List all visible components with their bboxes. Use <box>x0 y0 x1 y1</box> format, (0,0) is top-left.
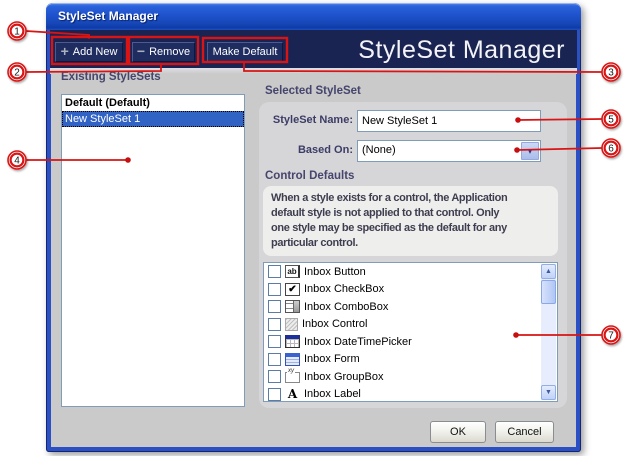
callout-badge-1: 1 <box>8 22 26 40</box>
callout-badge-5: 5 <box>602 110 620 128</box>
control-rows: ab Inbox Button ✔ Inbox CheckBox Inbox Combo… <box>264 263 557 402</box>
based-on-value: (None) <box>362 144 396 156</box>
control-row[interactable]: ab Inbox Button <box>264 263 557 281</box>
minus-icon: − <box>137 45 145 57</box>
control-label: Inbox Form <box>304 353 360 365</box>
control-label: Inbox GroupBox <box>304 371 384 383</box>
combobox-dropdown-button[interactable]: ▾ <box>521 142 539 160</box>
button-icon: ab <box>285 265 300 278</box>
control-row[interactable]: A Inbox Label <box>264 386 557 403</box>
inbox-form-checkbox[interactable] <box>268 353 281 366</box>
combobox-icon <box>285 300 300 313</box>
chevron-down-icon: ▾ <box>528 146 533 156</box>
callout-number: 4 <box>14 156 20 167</box>
callout-badge-2: 2 <box>8 63 26 81</box>
plus-icon: + <box>61 45 69 57</box>
scrollbar-thumb[interactable] <box>541 280 556 304</box>
control-label: Inbox DateTimePicker <box>304 336 412 348</box>
toolbar-button-label: Make Default <box>213 46 278 58</box>
remove-button[interactable]: −Remove <box>132 42 195 62</box>
control-label: Inbox Button <box>304 266 366 278</box>
callout-number: 2 <box>14 68 20 79</box>
label-icon: A <box>285 388 300 401</box>
styleset-list-item[interactable]: New StyleSet 1 <box>62 111 244 127</box>
arrow-down-icon: ▼ <box>545 389 552 396</box>
callout-number: 6 <box>608 144 614 155</box>
styleset-list-item[interactable]: Default (Default) <box>62 95 244 111</box>
control-defaults-listbox[interactable]: ab Inbox Button ✔ Inbox CheckBox Inbox Combo… <box>263 262 558 402</box>
styleset-name-label: StyleSet Name: <box>261 114 353 126</box>
toolbar-button-label: Remove <box>149 46 190 58</box>
based-on-combobox[interactable]: (None) ▾ <box>357 140 541 162</box>
checkbox-icon: ✔ <box>285 283 300 296</box>
control-row[interactable]: Inbox ComboBox <box>264 298 557 316</box>
control-defaults-heading: Control Defaults <box>265 170 354 182</box>
groupbox-icon <box>285 372 300 383</box>
selected-styleset-heading: Selected StyleSet <box>265 85 361 97</box>
control-defaults-description: When a style exists for a control, the A… <box>263 186 558 256</box>
form-icon <box>285 353 300 366</box>
titlebar[interactable]: StyleSet Manager <box>46 3 581 30</box>
inbox-checkbox-checkbox[interactable] <box>268 283 281 296</box>
inbox-datetimepicker-checkbox[interactable] <box>268 335 281 348</box>
inbox-label-checkbox[interactable] <box>268 388 281 401</box>
callout-badge-3: 3 <box>602 63 620 81</box>
callout-badge-6: 6 <box>602 139 620 157</box>
control-label: Inbox ComboBox <box>304 301 388 313</box>
callout-number: 3 <box>608 68 614 79</box>
inbox-groupbox-checkbox[interactable] <box>268 370 281 383</box>
cancel-button[interactable]: Cancel <box>495 421 554 443</box>
control-label: Inbox Label <box>304 388 361 400</box>
existing-stylesets-listbox[interactable]: Default (Default)New StyleSet 1 <box>61 94 245 407</box>
inbox-button-checkbox[interactable] <box>268 265 281 278</box>
header-large-title: StyleSet Manager <box>358 36 565 64</box>
control-label: Inbox CheckBox <box>304 283 384 295</box>
callout-number: 7 <box>608 331 614 342</box>
ok-button[interactable]: OK <box>430 421 486 443</box>
inbox-control-checkbox[interactable] <box>268 318 281 331</box>
callout-number: 1 <box>14 27 20 38</box>
add-new-button[interactable]: + Add New <box>55 42 123 62</box>
callout-badge-7: 7 <box>602 326 620 344</box>
styleset-name-input[interactable] <box>357 110 541 132</box>
control-row[interactable]: Inbox Form <box>264 351 557 369</box>
window-title: StyleSet Manager <box>58 9 158 23</box>
based-on-label: Based On: <box>261 144 353 156</box>
toolbar-button-label: Add New <box>73 46 118 58</box>
existing-stylesets-heading: Existing StyleSets <box>61 71 161 83</box>
datetimepicker-icon <box>285 335 300 348</box>
scrollbar[interactable]: ▲ ▼ <box>541 264 556 400</box>
control-row[interactable]: Inbox DateTimePicker <box>264 333 557 351</box>
control-row[interactable]: Inbox GroupBox <box>264 368 557 386</box>
styleset-manager-dialog: StyleSet Manager StyleSet Manager + Add N… <box>46 3 581 452</box>
control-row[interactable]: Inbox Control <box>264 316 557 334</box>
inbox-combobox-checkbox[interactable] <box>268 300 281 313</box>
callout-number: 5 <box>608 115 614 126</box>
arrow-up-icon: ▲ <box>545 268 552 275</box>
scrollbar-up-button[interactable]: ▲ <box>541 264 556 279</box>
control-row[interactable]: ✔ Inbox CheckBox <box>264 281 557 299</box>
control-label: Inbox Control <box>302 318 367 330</box>
screenshot-stage: StyleSet Manager StyleSet Manager + Add N… <box>0 0 628 456</box>
make-default-button[interactable]: Make Default <box>207 42 283 62</box>
scrollbar-down-button[interactable]: ▼ <box>541 385 556 400</box>
control-icon <box>285 318 298 331</box>
callout-badge-4: 4 <box>8 151 26 169</box>
